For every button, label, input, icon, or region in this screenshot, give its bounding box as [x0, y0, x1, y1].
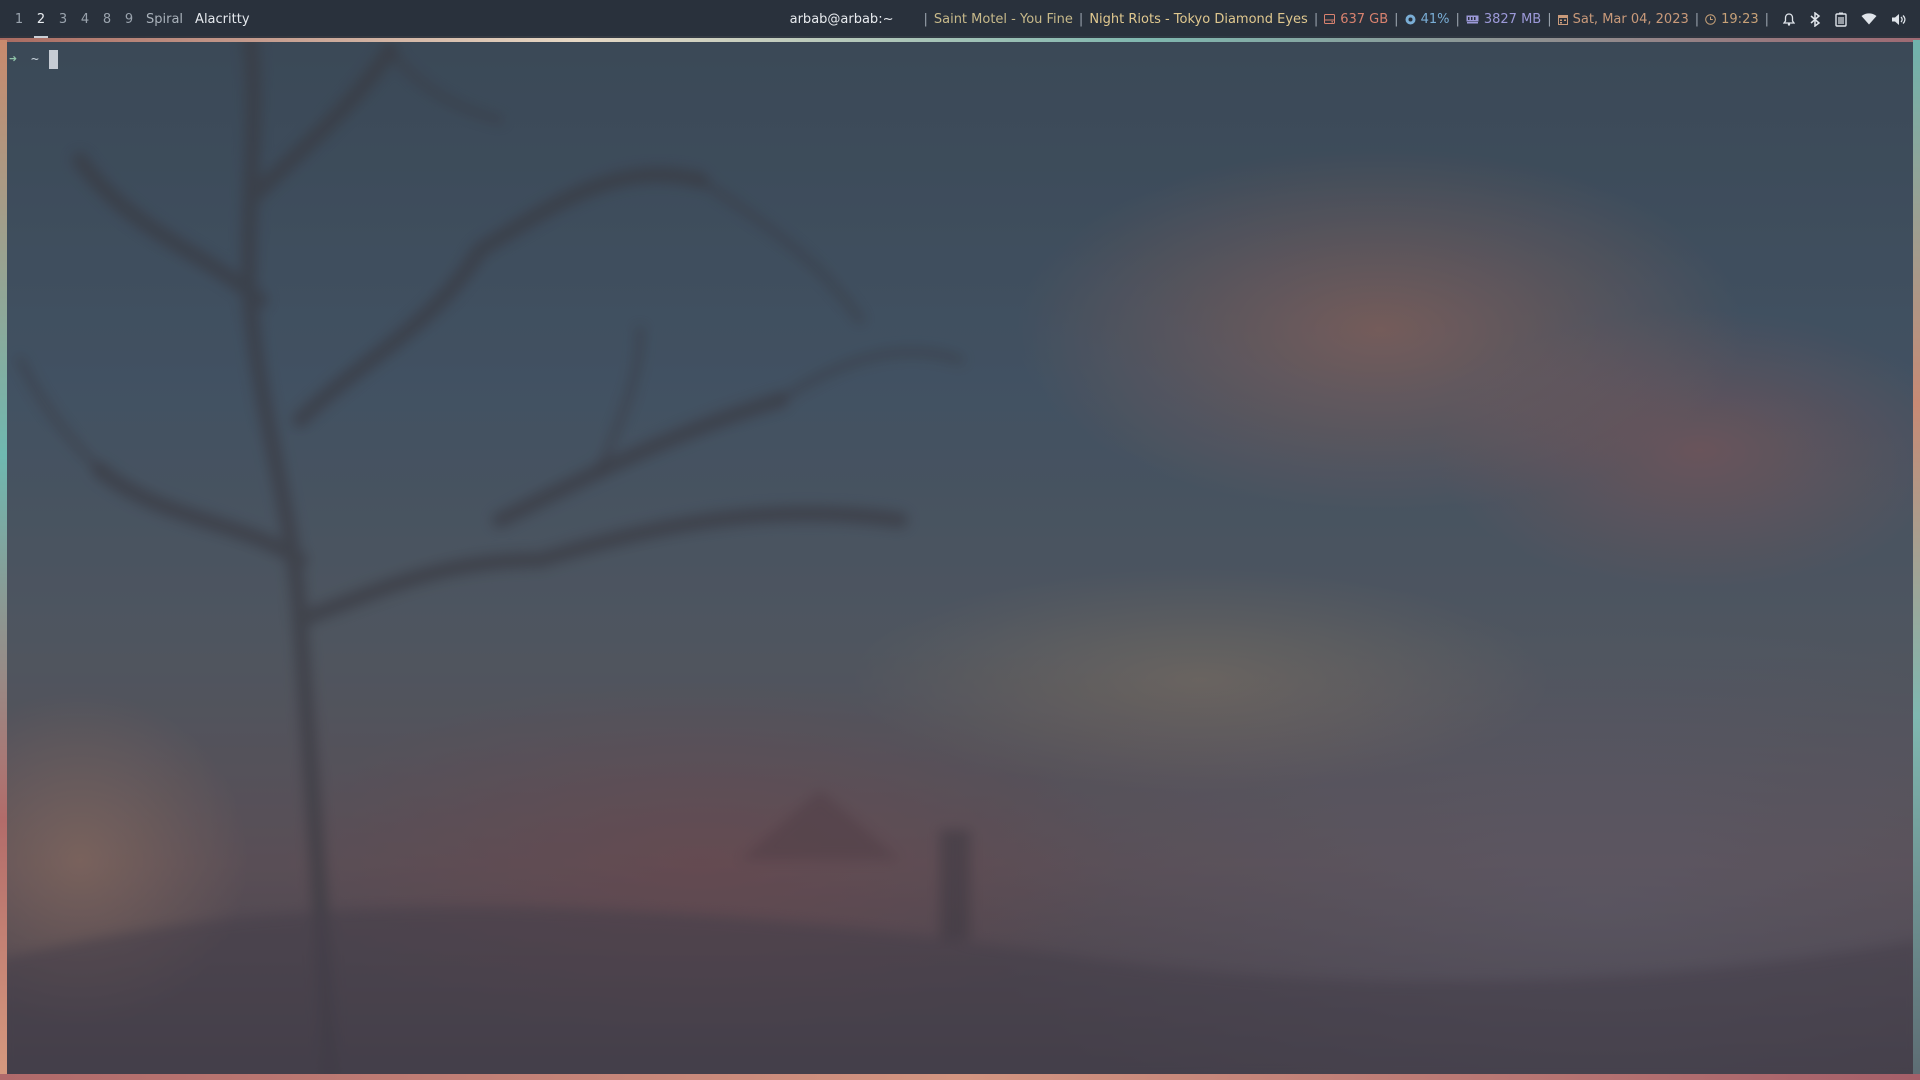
volume-icon[interactable]	[1891, 13, 1906, 26]
cpu-module[interactable]: 41%	[1405, 11, 1450, 27]
cpu-value: 41%	[1420, 11, 1450, 27]
workspace-4[interactable]: 4	[74, 0, 96, 38]
separator: |	[1394, 11, 1399, 27]
workspace-2[interactable]: 2	[30, 0, 52, 38]
terminal-cursor	[49, 49, 58, 69]
wallpaper-edge-left	[0, 40, 7, 1080]
workspace-list: 1 2 3 4 8 9	[0, 0, 140, 38]
date-module[interactable]: Sat, Mar 04, 2023	[1557, 11, 1689, 27]
media-previous-track[interactable]: Saint Motel - You Fine	[934, 12, 1073, 27]
disk-value: 637 GB	[1340, 11, 1389, 27]
system-tray	[1783, 11, 1906, 27]
battery-icon[interactable]	[1835, 12, 1847, 27]
terminal-prompt-line[interactable]: ➜ ~	[9, 49, 58, 69]
prompt-cwd: ~	[31, 51, 39, 67]
calendar-icon	[1557, 14, 1568, 25]
memory-module[interactable]: 3827 MB	[1466, 12, 1541, 27]
disk-module[interactable]: 637 GB	[1324, 12, 1388, 27]
separator: |	[1078, 11, 1084, 27]
clock-icon	[1705, 13, 1716, 25]
bell-icon[interactable]	[1783, 12, 1795, 26]
status-bar: 1 2 3 4 8 9 Spiral Alacritty arbab@arbab…	[0, 0, 1920, 38]
wallpaper-edge-right	[1913, 40, 1920, 1080]
memory-value: 3827 MB	[1483, 11, 1542, 27]
bluetooth-icon[interactable]	[1809, 11, 1821, 27]
hard-drive-icon	[1324, 14, 1336, 24]
separator: |	[1455, 11, 1460, 27]
prompt-arrow: ➜	[9, 51, 17, 67]
workspace-9[interactable]: 9	[118, 0, 140, 38]
separator: |	[1313, 11, 1319, 27]
cpu-icon	[1405, 14, 1416, 25]
active-window-title: Alacritty	[195, 11, 250, 27]
separator: |	[923, 11, 928, 27]
date-value: Sat, Mar 04, 2023	[1572, 11, 1689, 27]
hostname-title: arbab@arbab:~	[789, 11, 894, 27]
separator: |	[1547, 11, 1552, 27]
alacritty-terminal-window[interactable]: ➜ ~	[7, 42, 1913, 1074]
wifi-icon[interactable]	[1861, 13, 1877, 25]
time-value: 19:23	[1721, 11, 1759, 27]
wallpaper-edge-bottom	[0, 1074, 1920, 1080]
layout-indicator[interactable]: Spiral	[146, 12, 183, 27]
clock-module[interactable]: 19:23	[1705, 11, 1759, 27]
media-current-track[interactable]: Night Riots - Tokyo Diamond Eyes	[1089, 12, 1308, 27]
separator: |	[1764, 11, 1769, 27]
workspace-8[interactable]: 8	[96, 0, 118, 38]
workspace-3[interactable]: 3	[52, 0, 74, 38]
workspace-1[interactable]: 1	[8, 0, 30, 38]
memory-icon	[1466, 15, 1479, 24]
separator: |	[1694, 11, 1700, 27]
